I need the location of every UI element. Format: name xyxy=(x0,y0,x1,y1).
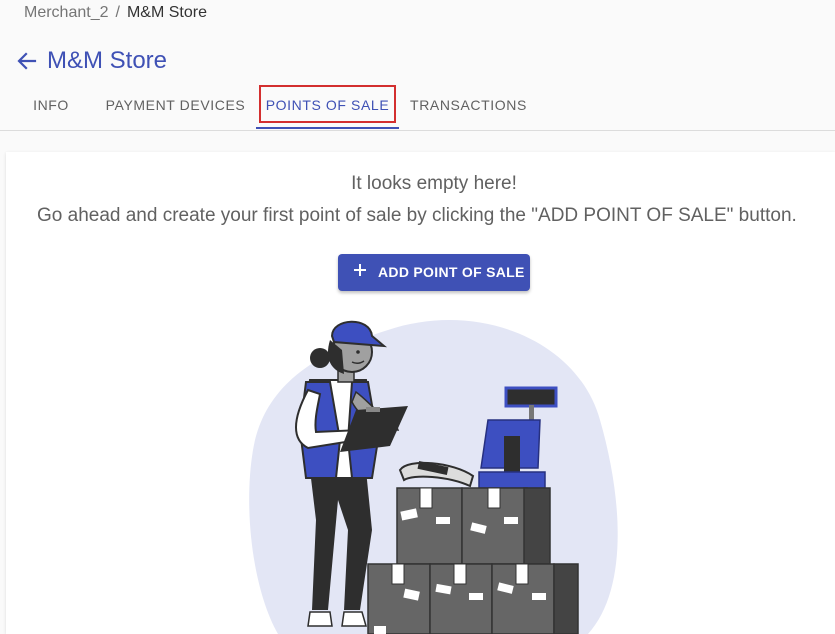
plus-icon xyxy=(354,264,366,276)
empty-state-description: Go ahead and create your first point of … xyxy=(37,205,797,226)
breadcrumb-separator: / xyxy=(115,4,120,21)
arrow-left-icon[interactable] xyxy=(16,50,38,72)
breadcrumb-current: M&M Store xyxy=(126,4,207,21)
empty-state-title: It looks empty here! xyxy=(351,173,517,194)
active-tab-indicator xyxy=(256,127,399,129)
tab-highlight-frame xyxy=(259,85,396,123)
add-point-of-sale-button[interactable]: ADD POINT OF SALE xyxy=(338,254,530,291)
tab-payment-devices[interactable]: PAYMENT DEVICES xyxy=(98,84,253,128)
cashier-with-boxes-illustration xyxy=(249,320,618,634)
tab-points-of-sale[interactable]: POINTS OF SALE xyxy=(256,84,399,129)
tab-info[interactable]: INFO xyxy=(18,84,84,128)
page-title: M&M Store xyxy=(47,47,168,74)
tab-bar: INFO PAYMENT DEVICES POINTS OF SALE TRAN… xyxy=(0,84,835,131)
breadcrumb: Merchant_2 / M&M Store xyxy=(24,4,207,22)
tab-transactions[interactable]: TRANSACTIONS xyxy=(403,84,534,128)
add-point-of-sale-label: ADD POINT OF SALE xyxy=(378,264,525,280)
breadcrumb-parent[interactable]: Merchant_2 xyxy=(24,4,109,21)
